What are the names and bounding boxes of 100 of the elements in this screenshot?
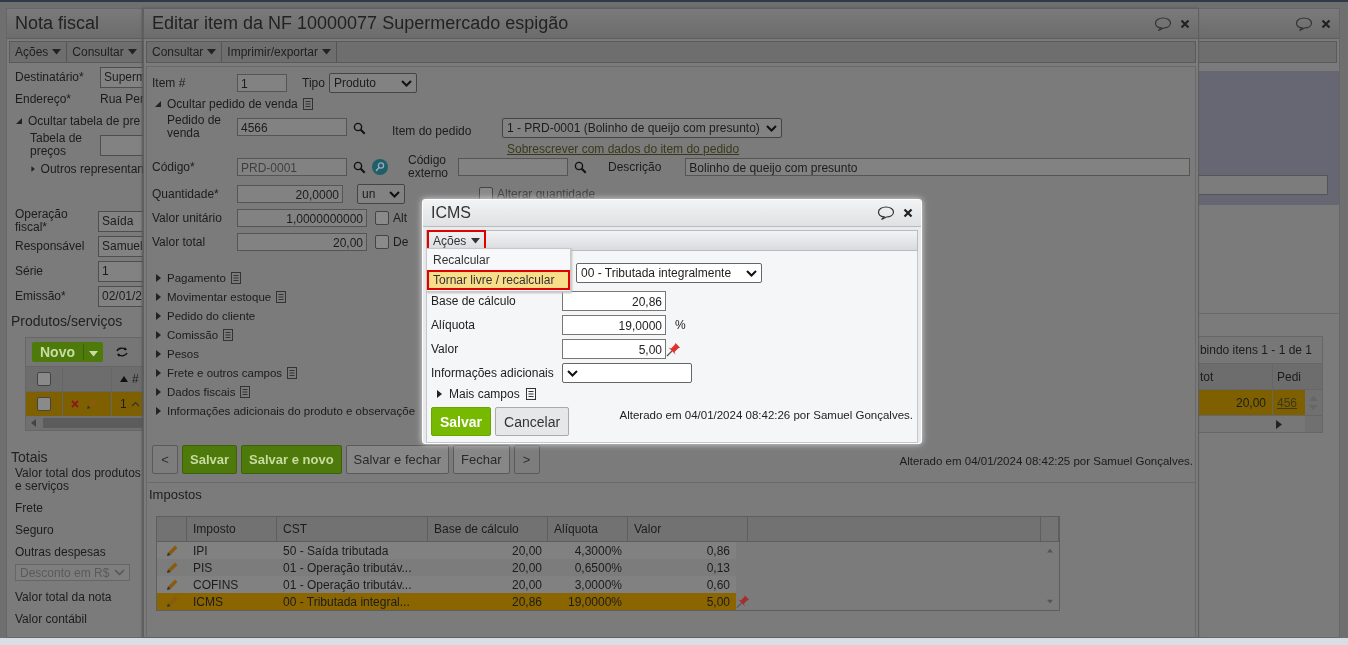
input-field[interactable]: 20,0000 bbox=[237, 185, 343, 203]
input-field[interactable]: 4566 bbox=[237, 118, 347, 136]
action-button[interactable]: Salvar e novo bbox=[241, 445, 342, 474]
select-field[interactable] bbox=[562, 363, 692, 383]
input-field[interactable] bbox=[100, 134, 144, 156]
caret-icon bbox=[322, 49, 332, 55]
section-toggle[interactable]: Frete e outros campos bbox=[167, 366, 283, 379]
input-field[interactable]: 20,86 bbox=[562, 291, 666, 311]
table-cell: 1 bbox=[120, 397, 127, 411]
menu-button[interactable]: Consultar bbox=[147, 42, 223, 62]
window-title: Nota fiscal bbox=[15, 13, 100, 34]
pencil-icon[interactable] bbox=[165, 543, 179, 558]
action-button[interactable]: Cancelar bbox=[495, 407, 570, 436]
menu-button[interactable]: Consultar bbox=[67, 42, 143, 62]
table-cell: 4,3000% bbox=[548, 542, 628, 559]
notes-icon[interactable] bbox=[525, 388, 536, 400]
select-field[interactable]: un bbox=[357, 184, 405, 204]
checkbox[interactable] bbox=[375, 235, 389, 249]
field-label: Endereço* bbox=[15, 92, 73, 106]
section-toggle[interactable]: Pagamento bbox=[167, 271, 226, 284]
action-button[interactable]: Salvar bbox=[431, 407, 492, 436]
section-toggle[interactable]: Pesos bbox=[167, 347, 199, 360]
input-field[interactable] bbox=[458, 158, 568, 176]
chevron-down-icon bbox=[389, 190, 400, 198]
input-field[interactable]: 20,00 bbox=[237, 233, 367, 251]
section-toggle[interactable]: Dados fiscais bbox=[167, 385, 236, 398]
select-field[interactable]: Produto bbox=[328, 73, 417, 93]
input-field[interactable]: Bolinho de queijo com presunto bbox=[685, 158, 1191, 176]
action-button[interactable]: Fechar bbox=[453, 445, 510, 474]
section-toggle[interactable]: Mais campos bbox=[449, 387, 520, 401]
input-field[interactable]: 1 bbox=[98, 261, 144, 282]
action-button[interactable]: Salvar e fechar bbox=[345, 445, 450, 474]
section-toggle[interactable]: Outros representan bbox=[40, 162, 144, 176]
column-header[interactable]: Pedi bbox=[1272, 364, 1305, 389]
collapse-arrow-icon[interactable] bbox=[154, 100, 162, 108]
pencil-icon[interactable] bbox=[165, 577, 179, 592]
new-button[interactable]: Novo bbox=[32, 342, 103, 362]
column-header[interactable]: tot bbox=[1198, 369, 1272, 384]
column-header[interactable]: Alíquota bbox=[548, 517, 628, 541]
comment-icon[interactable] bbox=[877, 206, 895, 220]
overwrite-link[interactable]: Sobrescrever com dados do item do pedido bbox=[502, 142, 782, 156]
input-field[interactable]: 02/01/2 bbox=[98, 286, 144, 307]
column-header[interactable]: CST bbox=[277, 517, 428, 541]
input-field[interactable]: 5,00 bbox=[562, 339, 666, 359]
delete-icon[interactable] bbox=[71, 400, 79, 408]
scrollbar-thumb[interactable] bbox=[43, 418, 144, 428]
collapse-arrow-icon[interactable] bbox=[15, 117, 23, 125]
action-button[interactable]: Salvar bbox=[182, 445, 238, 474]
field-label: Valor unitário bbox=[152, 211, 223, 225]
checkbox[interactable] bbox=[375, 211, 389, 225]
column-header[interactable]: Valor bbox=[628, 517, 748, 541]
section-toggle[interactable]: Movimentar estoque bbox=[167, 290, 272, 303]
field-label: Item # bbox=[152, 76, 187, 90]
circle-search-icon[interactable] bbox=[372, 159, 388, 175]
menu-button[interactable]: Imprimir/exportar bbox=[222, 42, 338, 62]
scroll-down-icon[interactable] bbox=[1047, 599, 1053, 604]
pushpin-icon[interactable] bbox=[666, 341, 681, 357]
input-field[interactable]: PRD-0001 bbox=[237, 158, 347, 176]
search-icon[interactable] bbox=[574, 160, 587, 174]
nav-button[interactable]: < bbox=[152, 445, 178, 474]
refresh-icon[interactable] bbox=[115, 346, 129, 358]
section-toggle[interactable]: Pedido do cliente bbox=[167, 309, 256, 322]
column-header[interactable]: Base de cálculo bbox=[428, 517, 548, 541]
input-field[interactable]: 1,0000000000 bbox=[237, 209, 367, 227]
section-toggle[interactable]: Informações adicionais do produto e observaçõe bbox=[167, 404, 416, 417]
column-header[interactable]: # bbox=[112, 372, 139, 386]
search-icon[interactable] bbox=[353, 122, 366, 135]
pencil-icon[interactable] bbox=[165, 560, 179, 575]
select-field[interactable]: 1 - PRD-0001 (Bolinho de queijo com presunto) bbox=[502, 118, 782, 138]
section-toggle[interactable]: Ocultar pedido de venda bbox=[167, 97, 298, 111]
close-icon[interactable] bbox=[903, 208, 913, 218]
table-row[interactable]: 1 bbox=[26, 391, 144, 416]
pencil-icon[interactable] bbox=[85, 397, 99, 411]
menu-item[interactable]: Tornar livre / recalcular bbox=[427, 270, 570, 290]
table-cell: IPI bbox=[187, 542, 277, 559]
scroll-right-icon[interactable] bbox=[1276, 419, 1282, 429]
table-cell: ICMS bbox=[187, 593, 277, 610]
input-field[interactable] bbox=[1199, 175, 1328, 195]
menu-item[interactable]: Recalcular bbox=[427, 250, 570, 270]
caret-up-icon[interactable] bbox=[130, 401, 140, 407]
input-field[interactable]: 1 bbox=[237, 74, 287, 92]
checkbox[interactable] bbox=[37, 372, 51, 386]
pencil-icon[interactable] bbox=[165, 594, 179, 609]
section-toggle[interactable]: Ocultar tabela de pre bbox=[28, 114, 141, 128]
scroll-left-icon[interactable] bbox=[31, 419, 37, 427]
select-field[interactable]: 00 - Tributada integralmente bbox=[576, 263, 762, 283]
field-label: Item do pedido bbox=[392, 124, 473, 138]
input-field[interactable]: Saída bbox=[98, 210, 144, 232]
audit-text: Alterado em 04/01/2024 08:42:26 por Samuel Gonçalves. bbox=[619, 409, 913, 421]
scroll-up-icon[interactable] bbox=[1047, 548, 1053, 553]
checkbox[interactable] bbox=[37, 397, 51, 411]
column-header[interactable]: Imposto bbox=[187, 517, 277, 541]
field-label: Quantidade* bbox=[152, 187, 220, 201]
input-field[interactable]: 19,0000 bbox=[562, 315, 666, 335]
expand-arrow-icon[interactable] bbox=[435, 390, 443, 398]
nav-button[interactable]: > bbox=[513, 445, 540, 474]
search-icon[interactable] bbox=[353, 160, 366, 174]
section-toggle[interactable]: Comissão bbox=[167, 328, 219, 341]
input-field[interactable]: Samuel bbox=[98, 236, 144, 257]
menu-button[interactable]: Ações bbox=[10, 42, 68, 62]
